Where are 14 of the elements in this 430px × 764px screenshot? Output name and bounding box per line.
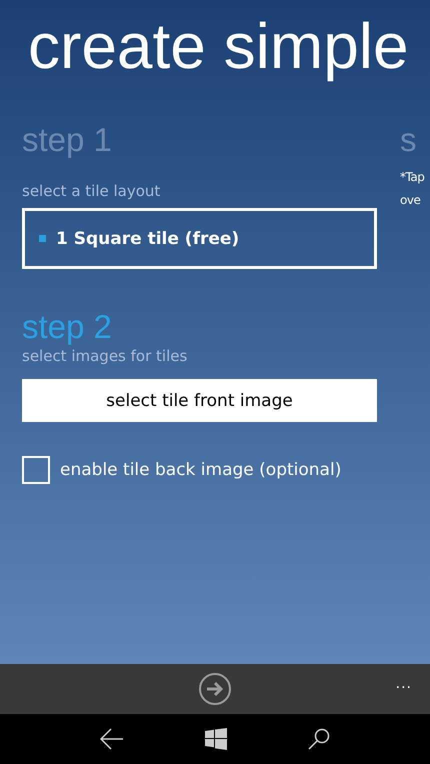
note-text: ove bbox=[400, 192, 420, 209]
checkbox-label: enable tile back image (optional) bbox=[60, 460, 342, 480]
step-subtitle: select a tile layout bbox=[22, 182, 160, 200]
windows-icon[interactable] bbox=[204, 728, 227, 750]
back-icon[interactable] bbox=[100, 728, 124, 750]
search-icon[interactable] bbox=[308, 728, 330, 750]
checkbox[interactable] bbox=[22, 456, 50, 484]
tile-layout-option[interactable]: 1 Square tile (free) bbox=[22, 208, 377, 269]
page-title: create simple bbox=[27, 9, 410, 84]
select-image-button[interactable]: select tile front image bbox=[22, 379, 377, 422]
more-button[interactable]: ... bbox=[396, 676, 412, 692]
bullet-icon bbox=[39, 235, 46, 242]
note-text: *Tap bbox=[400, 169, 424, 186]
step-subtitle: select images for tiles bbox=[22, 347, 188, 365]
